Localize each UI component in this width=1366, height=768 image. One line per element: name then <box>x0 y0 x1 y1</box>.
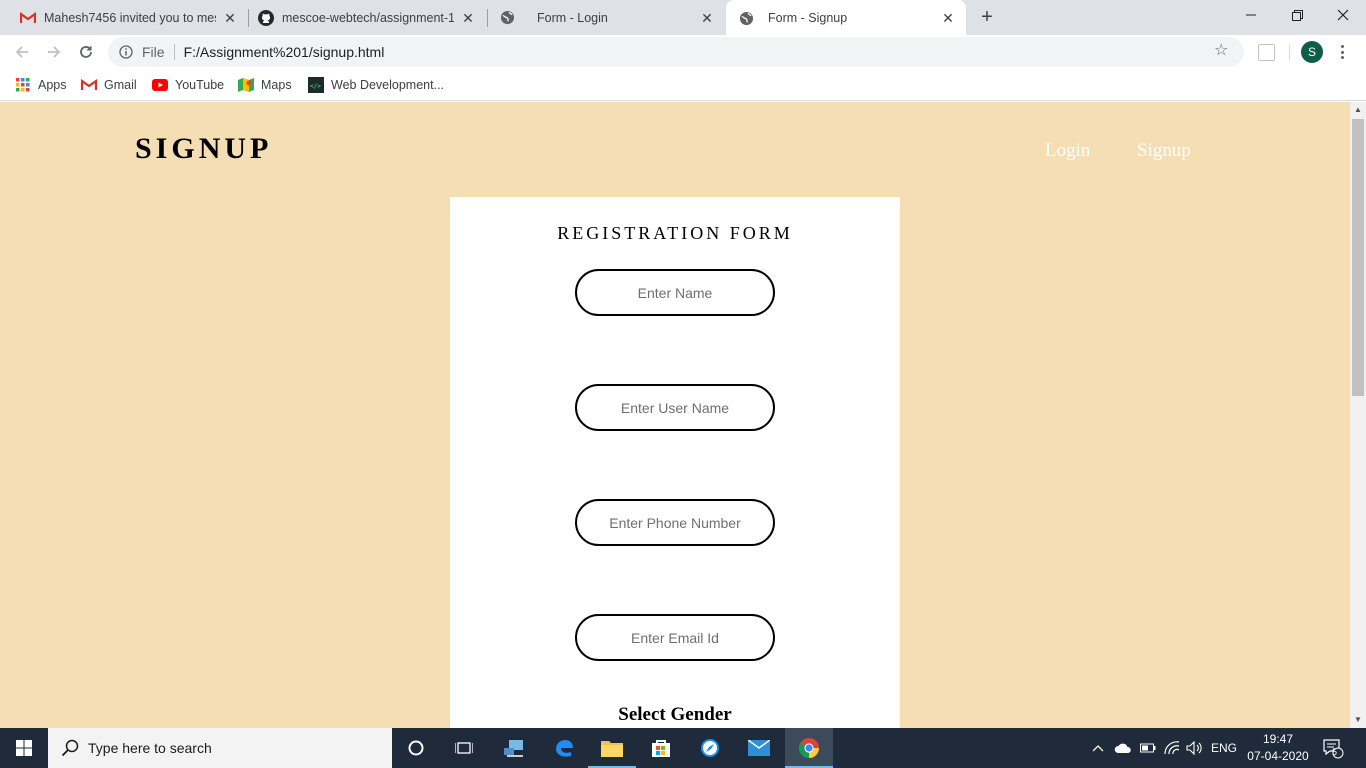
bookmarks-bar: Apps Gmail YouTube Maps </> Web Developm… <box>0 69 1366 101</box>
info-icon[interactable] <box>118 44 134 60</box>
phone-input[interactable] <box>575 499 775 546</box>
bookmark-label: Gmail <box>104 78 137 92</box>
chrome-icon[interactable] <box>785 728 833 768</box>
mail-icon[interactable] <box>735 728 783 768</box>
restore-icon[interactable] <box>1274 0 1320 30</box>
bookmark-label: Maps <box>261 78 292 92</box>
cortana-icon[interactable] <box>392 728 440 768</box>
nav-signup-link[interactable]: Signup <box>1137 140 1191 162</box>
tab-github[interactable]: mescoe-webtech/assignment-1- ✕ <box>248 0 486 35</box>
bookmark-web-development[interactable]: </> Web Development... <box>308 76 444 94</box>
close-tab-icon[interactable]: ✕ <box>699 10 715 26</box>
edge-icon[interactable] <box>540 728 588 768</box>
close-window-icon[interactable] <box>1320 0 1366 30</box>
username-input[interactable] <box>575 384 775 431</box>
gender-label: Select Gender <box>618 704 732 725</box>
close-tab-icon[interactable]: ✕ <box>222 10 238 26</box>
extension-icon[interactable] <box>1258 44 1275 61</box>
search-icon <box>60 738 80 758</box>
scroll-thumb[interactable] <box>1352 119 1364 396</box>
close-tab-icon[interactable]: ✕ <box>940 10 956 26</box>
file-explorer-icon[interactable] <box>588 728 636 768</box>
back-arrow-icon[interactable] <box>10 40 34 64</box>
network-app-icon[interactable] <box>490 728 538 768</box>
apps-grid-icon <box>15 77 31 93</box>
email-input[interactable] <box>575 614 775 661</box>
action-center-icon[interactable]: 5 <box>1318 728 1348 768</box>
gmail-icon <box>81 77 97 93</box>
browser-toolbar: File F:/Assignment%201/signup.html ☆ S <box>0 35 1366 69</box>
bookmark-apps[interactable]: Apps <box>15 76 67 94</box>
store-icon[interactable] <box>637 728 685 768</box>
kebab-menu-icon[interactable] <box>1336 43 1348 61</box>
volume-icon[interactable] <box>1184 728 1206 768</box>
tab-form-login[interactable]: Form - Login ✕ <box>487 0 725 35</box>
nav-login-link[interactable]: Login <box>1045 140 1090 162</box>
youtube-icon <box>152 77 168 93</box>
notification-count-badge: 5 <box>1332 747 1338 757</box>
form-title: REGISTRATION FORM <box>557 223 793 243</box>
globe-icon <box>738 10 754 26</box>
language-indicator[interactable]: ENG <box>1208 728 1240 768</box>
webdev-icon: </> <box>308 77 324 93</box>
taskbar-search-box[interactable]: Type here to search <box>48 728 392 768</box>
globe-icon <box>499 10 515 26</box>
windows-start-icon[interactable] <box>0 728 48 768</box>
site-brand: SIGNUP <box>135 132 273 165</box>
onedrive-cloud-icon[interactable] <box>1112 728 1134 768</box>
page-viewport: SIGNUP Login Signup REGISTRATION FORM Se… <box>0 102 1350 728</box>
tab-title: Mahesh7456 invited you to mesc <box>44 10 216 25</box>
scroll-up-arrow-icon[interactable]: ▲ <box>1350 102 1366 118</box>
close-tab-icon[interactable]: ✕ <box>460 10 476 26</box>
forward-arrow-icon[interactable] <box>42 40 66 64</box>
bookmark-label: Apps <box>38 78 67 92</box>
minimize-icon[interactable] <box>1228 0 1274 30</box>
url-scheme-label: File <box>142 44 165 60</box>
bookmark-gmail[interactable]: Gmail <box>81 76 137 94</box>
url-text[interactable]: F:/Assignment%201/signup.html <box>184 44 385 60</box>
tab-title: Form - Login <box>537 10 608 25</box>
battery-icon[interactable] <box>1138 728 1158 768</box>
new-tab-button[interactable]: + <box>976 6 998 28</box>
clock-date: 07-04-2020 <box>1247 749 1309 763</box>
name-input[interactable] <box>575 269 775 316</box>
taskbar-clock[interactable]: 19:47 07-04-2020 <box>1244 731 1312 765</box>
bookmark-label: Web Development... <box>331 78 445 92</box>
toolbar-divider <box>1289 45 1290 61</box>
wifi-icon[interactable] <box>1162 728 1182 768</box>
maps-icon <box>238 77 254 93</box>
tab-title: mescoe-webtech/assignment-1- <box>282 10 454 25</box>
tab-gmail-invite[interactable]: Mahesh7456 invited you to mesc ✕ <box>0 0 248 35</box>
bookmark-youtube[interactable]: YouTube <box>152 76 224 94</box>
clock-time: 19:47 <box>1262 732 1294 746</box>
address-bar[interactable]: File F:/Assignment%201/signup.html ☆ <box>108 37 1244 67</box>
tab-title: Form - Signup <box>768 11 848 25</box>
svg-text:</>: </> <box>310 83 321 90</box>
scroll-down-arrow-icon[interactable]: ▼ <box>1350 712 1366 728</box>
url-divider <box>173 44 175 60</box>
bookmark-maps[interactable]: Maps <box>238 76 292 94</box>
bookmark-label: YouTube <box>175 78 225 92</box>
profile-avatar[interactable]: S <box>1301 41 1323 63</box>
tab-form-signup[interactable]: Form - Signup ✕ <box>726 0 966 36</box>
page-scrollbar[interactable]: ▲ ▼ <box>1350 102 1366 728</box>
taskbar-search-placeholder: Type here to search <box>88 740 212 756</box>
task-view-icon[interactable] <box>440 728 488 768</box>
show-hidden-icons-chevron-icon[interactable] <box>1090 728 1106 768</box>
github-icon <box>258 9 274 26</box>
reload-icon[interactable] <box>74 40 98 64</box>
safari-like-icon[interactable] <box>686 728 734 768</box>
bookmark-star-icon[interactable]: ☆ <box>1214 43 1230 59</box>
gmail-icon <box>20 10 36 26</box>
windows-taskbar: Type here to search ENG 19:47 07-04-2020… <box>0 728 1366 768</box>
registration-form-card: REGISTRATION FORM Select Gender <box>450 197 900 728</box>
tab-strip: Mahesh7456 invited you to mesc ✕ mescoe-… <box>0 0 1366 36</box>
